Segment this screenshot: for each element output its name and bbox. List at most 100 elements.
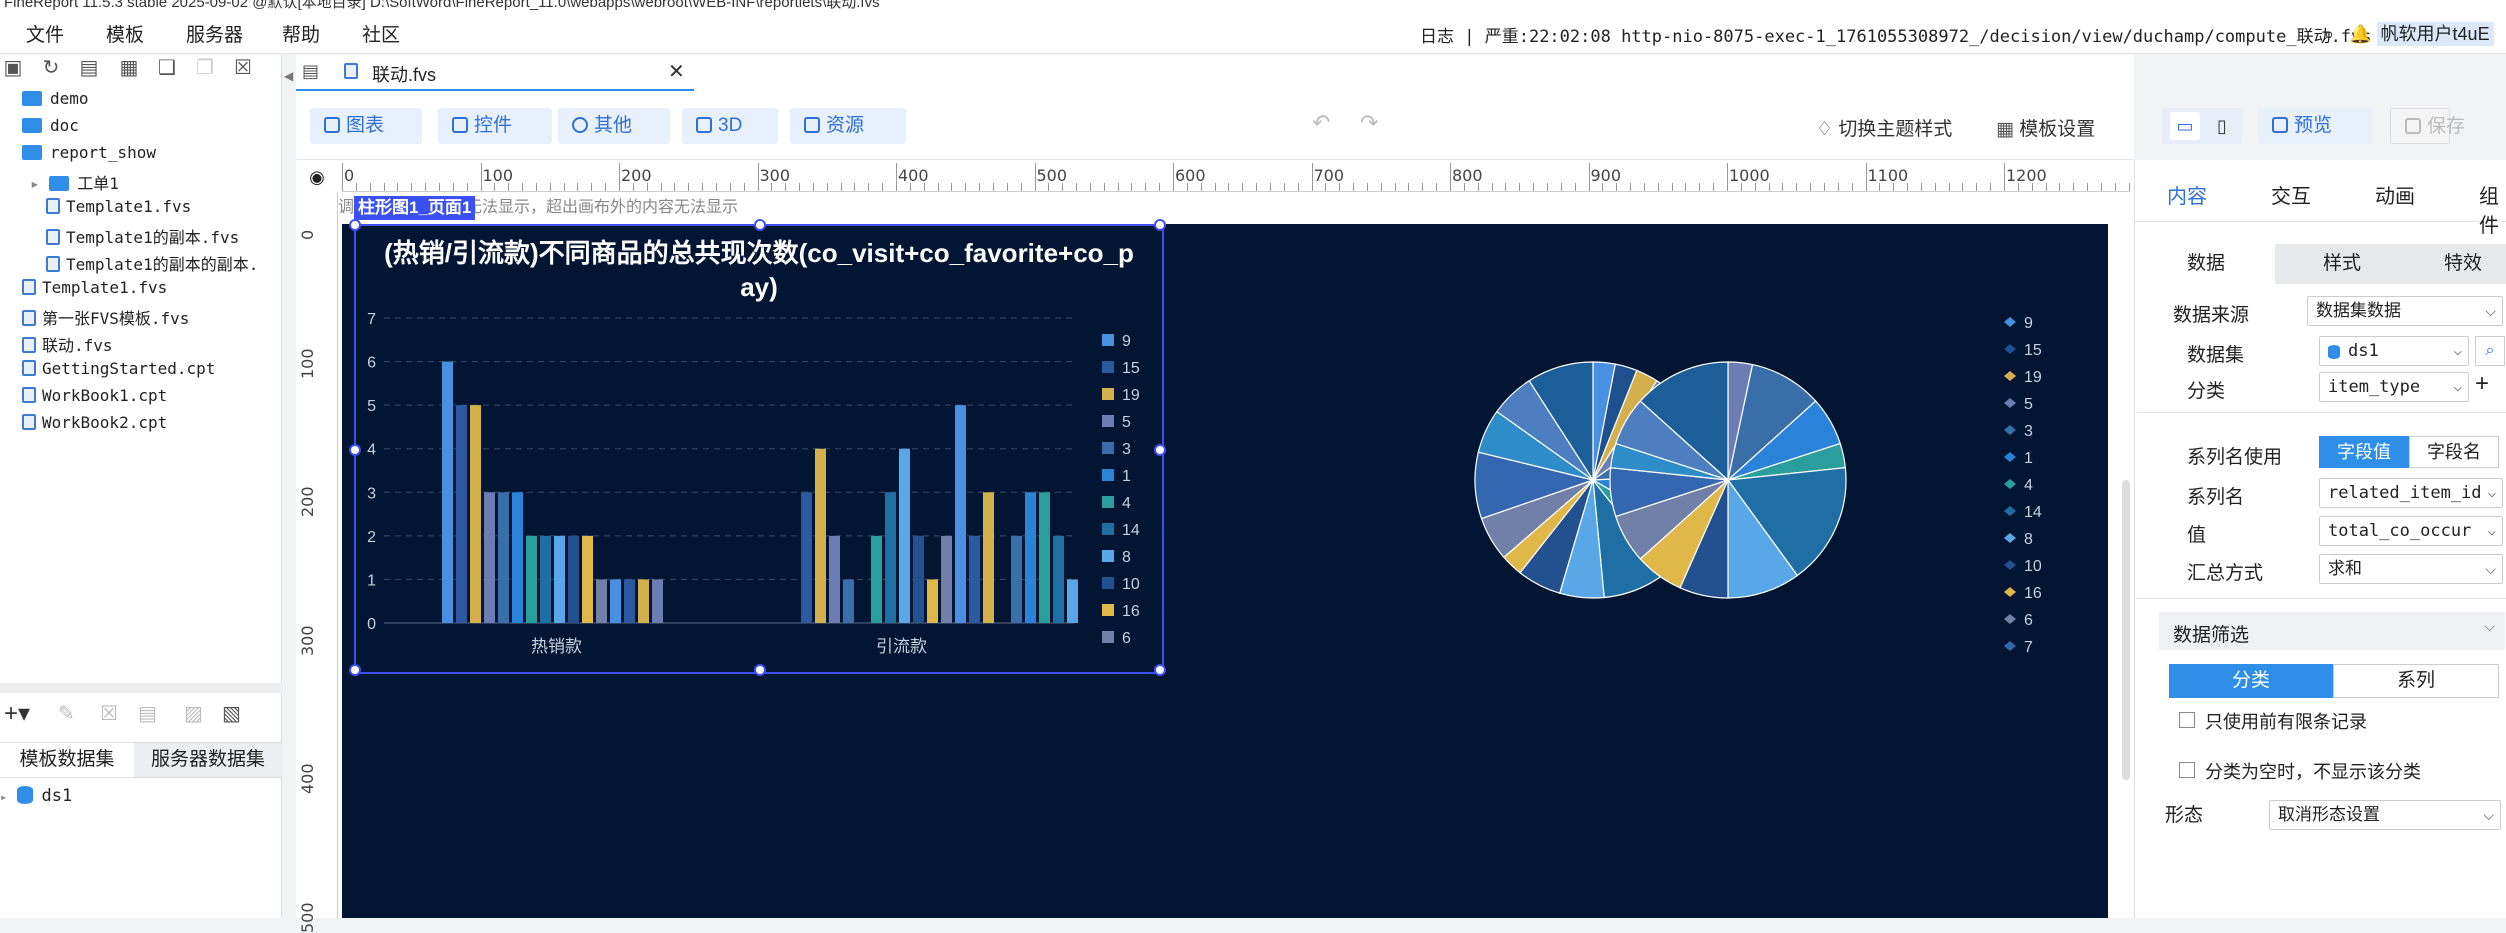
bell-icon[interactable]: 🔔	[2349, 24, 2371, 44]
limit-records-checkbox[interactable]	[2179, 712, 2195, 728]
value-select[interactable]: total_co_occur ⌵	[2319, 516, 2503, 546]
subtab-style[interactable]: 样式	[2277, 244, 2407, 284]
tree-item[interactable]: 第一张FVS模板.fvs	[22, 305, 189, 331]
dataset-select[interactable]: ds1 ⌵	[2319, 336, 2469, 366]
add-category-icon[interactable]: +	[2475, 370, 2489, 398]
copy-icon[interactable]: ❐	[194, 57, 216, 79]
tab-server-dataset[interactable]: 服务器数据集	[134, 743, 282, 777]
field-value-option[interactable]: 字段值	[2319, 436, 2409, 468]
resize-handle[interactable]	[1154, 444, 1166, 456]
tree-item[interactable]: WorkBook2.cpt	[22, 413, 167, 439]
new-folder-icon[interactable]: ▣	[2, 57, 24, 79]
file-tab[interactable]: ▤ 联动.fvs ✕	[296, 55, 694, 91]
delete-icon[interactable]: ❑	[156, 57, 178, 79]
eye-icon[interactable]: ◉	[296, 162, 338, 192]
filter-category-tab[interactable]: 分类	[2169, 664, 2333, 698]
collapse-left-icon[interactable]: ◀	[284, 69, 293, 83]
data-source-select[interactable]: 数据集数据 ⌵	[2307, 296, 2503, 326]
horizontal-scrollbar[interactable]	[0, 683, 282, 693]
filter-series-tab[interactable]: 系列	[2333, 664, 2499, 698]
save-button[interactable]: 保存	[2390, 108, 2465, 144]
tab-interaction[interactable]: 交互	[2271, 180, 2311, 209]
tree-item[interactable]: Template1的副本.fvs	[46, 224, 239, 250]
trash-icon[interactable]: ☒	[232, 57, 254, 79]
shape-select[interactable]: 取消形态设置 ⌵	[2269, 800, 2501, 830]
search-icon[interactable]: ⌕	[2324, 24, 2334, 44]
resize-handle[interactable]	[754, 664, 766, 676]
resize-handle[interactable]	[349, 444, 361, 456]
user-area[interactable]: ⌕ 🔔 帆软用户t4uE	[2324, 20, 2494, 46]
subtab-effect[interactable]: 特效	[2413, 244, 2506, 284]
subtab-data[interactable]: 数据	[2137, 244, 2275, 284]
ruler-tick	[1491, 183, 1493, 191]
selection-box[interactable]	[349, 219, 1166, 676]
edit-icon[interactable]: ✎	[58, 701, 75, 726]
selected-widget-label[interactable]: 柱形图1_页面1	[354, 196, 476, 220]
switch-theme-button[interactable]: ♢ 切换主题样式	[1816, 114, 1952, 141]
resize-handle[interactable]	[754, 219, 766, 231]
hide-empty-category-checkbox[interactable]	[2179, 762, 2195, 778]
properties-icon[interactable]: ▤	[78, 57, 100, 79]
delete-dataset-icon[interactable]: ☒	[100, 701, 118, 726]
resource-button[interactable]: 资源	[790, 108, 906, 144]
resize-handle[interactable]	[1154, 219, 1166, 231]
menu-file[interactable]: 文件	[26, 20, 64, 47]
tree-item[interactable]: report_show	[22, 143, 156, 169]
tab-component[interactable]: 组件	[2479, 180, 2506, 238]
tab-template-dataset[interactable]: 模板数据集	[0, 743, 134, 777]
refresh-icon[interactable]: ↻	[40, 57, 62, 79]
widget-button[interactable]: 控件	[438, 108, 552, 144]
chart-button[interactable]: 图表	[310, 108, 422, 144]
3d-button[interactable]: 3D	[682, 108, 778, 144]
close-icon[interactable]: ✕	[668, 59, 685, 84]
aggregate-select[interactable]: 求和 ⌵	[2319, 554, 2503, 584]
tree-item[interactable]: Template1.fvs	[22, 278, 167, 304]
tree-item[interactable]: 联动.fvs	[22, 332, 113, 358]
data-filter-header[interactable]: 数据筛选 ⌵	[2159, 612, 2505, 650]
menu-community[interactable]: 社区	[362, 20, 400, 47]
template-settings-button[interactable]: ▦ 模板设置	[1996, 114, 2095, 141]
resize-handle[interactable]	[349, 219, 361, 231]
resize-handle[interactable]	[349, 664, 361, 676]
tree-item[interactable]: doc	[22, 116, 79, 142]
field-name-option[interactable]: 字段名	[2409, 436, 2499, 468]
ruler-tick-label: 200	[298, 486, 317, 517]
expand-icon[interactable]: ▸	[30, 174, 49, 193]
tree-item[interactable]: Template1.fvs	[46, 197, 191, 223]
lock-icon[interactable]: ▦	[118, 57, 140, 79]
log-area[interactable]: 日志 | 严重:22:02:08 http-nio-8075-exec-1_17…	[1420, 22, 2423, 47]
open-template-icon[interactable]: ▤	[302, 61, 319, 82]
add-dataset-icon[interactable]: +▾	[4, 699, 30, 728]
menu-server[interactable]: 服务器	[186, 20, 243, 47]
redo-icon[interactable]: ↷	[1360, 110, 1378, 136]
legend-label: 1	[2024, 450, 2033, 467]
menu-help[interactable]: 帮助	[282, 20, 320, 47]
file-tab-label[interactable]: 联动.fvs	[372, 61, 436, 87]
tree-item[interactable]: WorkBook1.cpt	[22, 386, 167, 412]
tab-content[interactable]: 内容	[2167, 180, 2207, 209]
refresh-data-icon[interactable]: ▧	[222, 701, 241, 726]
tree-item[interactable]: demo	[22, 89, 89, 115]
dataset-item[interactable]: ▸ ds1	[0, 786, 72, 806]
tree-item[interactable]: ▸ 工单1	[30, 170, 119, 196]
canvas-scrollbar[interactable]	[2122, 480, 2130, 780]
log-label[interactable]: 日志	[1420, 27, 1454, 46]
tab-animation[interactable]: 动画	[2375, 180, 2415, 209]
other-button[interactable]: 其他	[558, 108, 670, 144]
pie-chart[interactable]: 915195314148101667	[1440, 300, 2100, 680]
mobile-icon[interactable]: ▯	[2208, 112, 2236, 140]
db-icon[interactable]: ▤	[138, 701, 157, 726]
preview-button[interactable]: 预览	[2258, 108, 2372, 144]
series-name-select[interactable]: related_item_id ⌵	[2319, 478, 2503, 508]
tree-item[interactable]: Template1的副本的副本.	[46, 251, 258, 277]
category-select[interactable]: item_type ⌵	[2319, 372, 2469, 402]
tree-item[interactable]: GettingStarted.cpt	[22, 359, 215, 385]
undo-icon[interactable]: ↶	[1312, 110, 1330, 136]
menu-template[interactable]: 模板	[106, 20, 144, 47]
search-icon[interactable]: ⌕	[2475, 336, 2505, 366]
desktop-icon[interactable]: ▭	[2170, 112, 2200, 140]
preview-data-icon[interactable]: ▨	[184, 701, 203, 726]
resize-handle[interactable]	[1154, 664, 1166, 676]
user-name[interactable]: 帆软用户t4uE	[2376, 22, 2494, 46]
collapse-strip[interactable]: ◀	[282, 55, 296, 918]
